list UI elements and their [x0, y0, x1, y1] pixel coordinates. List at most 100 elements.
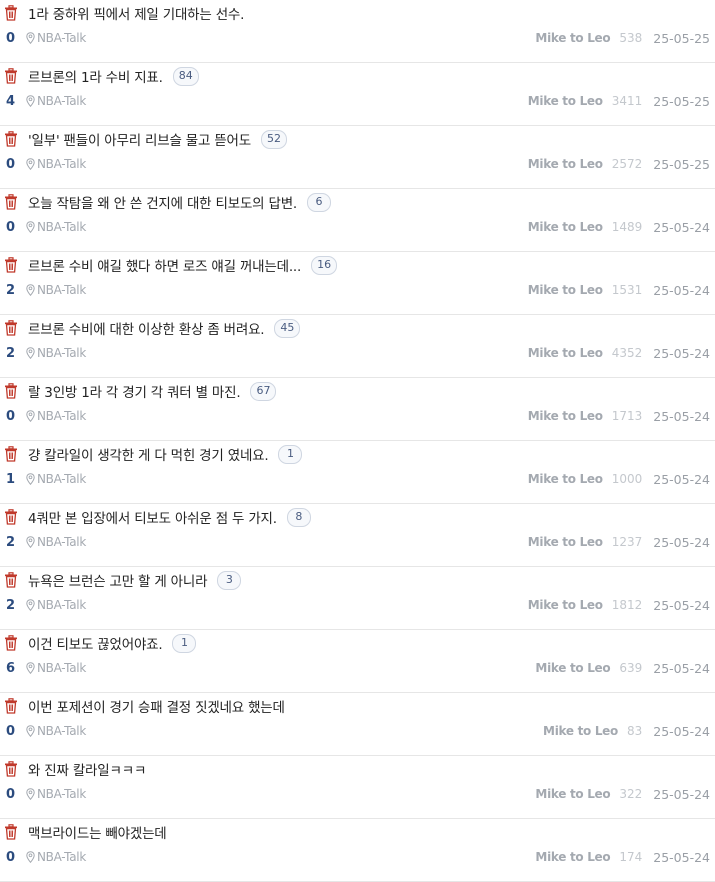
category-link[interactable]: NBA-Talk [37, 409, 86, 423]
post-title[interactable]: 르브론의 1라 수비 지표. [28, 66, 163, 86]
comment-count-badge[interactable]: 84 [173, 67, 199, 86]
author-name[interactable]: Mike to Leo [528, 94, 603, 108]
comment-count-badge[interactable]: 52 [261, 130, 287, 149]
category-link[interactable]: NBA-Talk [37, 850, 86, 864]
post-title[interactable]: 맥브라이드는 빼야겠는데 [28, 822, 167, 842]
category-link[interactable]: NBA-Talk [37, 31, 86, 45]
category-link[interactable]: NBA-Talk [37, 157, 86, 171]
trash-icon[interactable] [4, 446, 18, 462]
category-link[interactable]: NBA-Talk [37, 346, 86, 360]
post-title-line[interactable]: 이번 포제션이 경기 승패 결정 짓겠네요 했는데 [4, 696, 709, 716]
post-row[interactable]: 이번 포제션이 경기 승패 결정 짓겠네요 했는데 0 NBA-Talk Mik… [0, 693, 715, 756]
author-name[interactable]: Mike to Leo [528, 472, 603, 486]
category-link[interactable]: NBA-Talk [37, 598, 86, 612]
category-link[interactable]: NBA-Talk [37, 661, 86, 675]
category-link[interactable]: NBA-Talk [37, 94, 86, 108]
category-link[interactable]: NBA-Talk [37, 472, 86, 486]
comment-count-badge[interactable]: 1 [278, 445, 302, 464]
post-row[interactable]: 랄 3인방 1라 각 경기 각 쿼터 별 마진. 67 0 NBA-Talk M… [0, 378, 715, 441]
post-date: 25-05-25 [653, 31, 710, 46]
trash-icon[interactable] [4, 257, 18, 273]
post-meta: 0 NBA-Talk Mike to Leo 1713 25-05-24 [6, 406, 710, 426]
trash-icon[interactable] [4, 320, 18, 336]
trash-icon[interactable] [4, 698, 18, 714]
author-name[interactable]: Mike to Leo [528, 220, 603, 234]
post-title[interactable]: 뉴욕은 브런슨 고만 할 게 아니라 [28, 570, 207, 590]
post-title-line[interactable]: '일부' 팬들이 아무리 리브슬 물고 뜯어도 52 [4, 129, 709, 149]
comment-count-badge[interactable]: 8 [287, 508, 311, 527]
post-title-line[interactable]: 르브론의 1라 수비 지표. 84 [4, 66, 709, 86]
comment-count-badge[interactable]: 1 [172, 634, 196, 653]
trash-icon[interactable] [4, 635, 18, 651]
post-title-line[interactable]: 뉴욕은 브런슨 고만 할 게 아니라 3 [4, 570, 709, 590]
trash-icon[interactable] [4, 131, 18, 147]
trash-icon[interactable] [4, 194, 18, 210]
post-title[interactable]: '일부' 팬들이 아무리 리브슬 물고 뜯어도 [28, 129, 251, 149]
author-name[interactable]: Mike to Leo [535, 787, 610, 801]
trash-icon[interactable] [4, 824, 18, 840]
category-link[interactable]: NBA-Talk [37, 283, 86, 297]
post-title[interactable]: 르브론 수비 얘길 했다 하면 로즈 얘길 꺼내는데... [28, 255, 301, 275]
post-title-line[interactable]: 이건 티보도 끊었어야죠. 1 [4, 633, 709, 653]
post-row[interactable]: 르브론 수비에 대한 이상한 환상 좀 버려요. 45 2 NBA-Talk M… [0, 315, 715, 378]
post-title[interactable]: 이건 티보도 끊었어야죠. [28, 633, 162, 653]
author-name[interactable]: Mike to Leo [528, 157, 603, 171]
category-link[interactable]: NBA-Talk [37, 787, 86, 801]
comment-count-badge[interactable]: 16 [311, 256, 337, 275]
comment-count-badge[interactable]: 3 [217, 571, 241, 590]
author-name[interactable]: Mike to Leo [528, 535, 603, 549]
category-link[interactable]: NBA-Talk [37, 535, 86, 549]
trash-icon[interactable] [4, 572, 18, 588]
post-title-line[interactable]: 와 진짜 칼라일ㅋㅋㅋ [4, 759, 709, 779]
post-title-line[interactable]: 랄 3인방 1라 각 경기 각 쿼터 별 마진. 67 [4, 381, 709, 401]
author-name[interactable]: Mike to Leo [528, 346, 603, 360]
author-name[interactable]: Mike to Leo [528, 409, 603, 423]
post-title-line[interactable]: 걍 칼라일이 생각한 게 다 먹힌 경기 였네요. 1 [4, 444, 709, 464]
author-name[interactable]: Mike to Leo [535, 661, 610, 675]
post-title-line[interactable]: 맥브라이드는 빼야겠는데 [4, 822, 709, 842]
trash-icon[interactable] [4, 68, 18, 84]
author-name[interactable]: Mike to Leo [528, 283, 603, 297]
post-title[interactable]: 걍 칼라일이 생각한 게 다 먹힌 경기 였네요. [28, 444, 268, 464]
trash-icon[interactable] [4, 5, 18, 21]
post-title[interactable]: 1라 중하위 픽에서 제일 기대하는 선수. [28, 3, 244, 23]
comment-count-badge[interactable]: 67 [250, 382, 276, 401]
post-row[interactable]: 르브론의 1라 수비 지표. 84 4 NBA-Talk Mike to Leo… [0, 63, 715, 126]
post-title-line[interactable]: 르브론 수비에 대한 이상한 환상 좀 버려요. 45 [4, 318, 709, 338]
post-row[interactable]: 이건 티보도 끊었어야죠. 1 6 NBA-Talk Mike to Leo 6… [0, 630, 715, 693]
author-name[interactable]: Mike to Leo [535, 31, 610, 45]
post-row[interactable]: 오늘 작탐을 왜 안 쓴 건지에 대한 티보도의 답변. 6 0 NBA-Tal… [0, 189, 715, 252]
post-row[interactable]: 르브론 수비 얘길 했다 하면 로즈 얘길 꺼내는데... 16 2 NBA-T… [0, 252, 715, 315]
author-name[interactable]: Mike to Leo [535, 850, 610, 864]
post-title[interactable]: 와 진짜 칼라일ㅋㅋㅋ [28, 759, 146, 779]
view-count: 4352 [612, 346, 643, 360]
location-pin-icon [26, 473, 35, 485]
post-number: 2 [6, 598, 22, 613]
post-title-line[interactable]: 르브론 수비 얘길 했다 하면 로즈 얘길 꺼내는데... 16 [4, 255, 709, 275]
post-number: 0 [6, 220, 22, 235]
post-row[interactable]: 뉴욕은 브런슨 고만 할 게 아니라 3 2 NBA-Talk Mike to … [0, 567, 715, 630]
author-name[interactable]: Mike to Leo [528, 598, 603, 612]
trash-icon[interactable] [4, 761, 18, 777]
post-title-line[interactable]: 오늘 작탐을 왜 안 쓴 건지에 대한 티보도의 답변. 6 [4, 192, 709, 212]
comment-count-badge[interactable]: 45 [274, 319, 300, 338]
author-name[interactable]: Mike to Leo [543, 724, 618, 738]
post-row[interactable]: 4쿼만 본 입장에서 티보도 아쉬운 점 두 가지. 8 2 NBA-Talk … [0, 504, 715, 567]
post-title-line[interactable]: 4쿼만 본 입장에서 티보도 아쉬운 점 두 가지. 8 [4, 507, 709, 527]
post-title[interactable]: 이번 포제션이 경기 승패 결정 짓겠네요 했는데 [28, 696, 285, 716]
post-title[interactable]: 랄 3인방 1라 각 경기 각 쿼터 별 마진. [28, 381, 240, 401]
post-title-line[interactable]: 1라 중하위 픽에서 제일 기대하는 선수. [4, 3, 709, 23]
post-title[interactable]: 오늘 작탐을 왜 안 쓴 건지에 대한 티보도의 답변. [28, 192, 297, 212]
post-row[interactable]: 1라 중하위 픽에서 제일 기대하는 선수. 0 NBA-Talk Mike t… [0, 0, 715, 63]
post-row[interactable]: 와 진짜 칼라일ㅋㅋㅋ 0 NBA-Talk Mike to Leo 322 2… [0, 756, 715, 819]
post-title[interactable]: 4쿼만 본 입장에서 티보도 아쉬운 점 두 가지. [28, 507, 277, 527]
post-title[interactable]: 르브론 수비에 대한 이상한 환상 좀 버려요. [28, 318, 264, 338]
post-row[interactable]: 맥브라이드는 빼야겠는데 0 NBA-Talk Mike to Leo 174 … [0, 819, 715, 882]
trash-icon[interactable] [4, 509, 18, 525]
category-link[interactable]: NBA-Talk [37, 220, 86, 234]
comment-count-badge[interactable]: 6 [307, 193, 331, 212]
post-row[interactable]: 걍 칼라일이 생각한 게 다 먹힌 경기 였네요. 1 1 NBA-Talk M… [0, 441, 715, 504]
category-link[interactable]: NBA-Talk [37, 724, 86, 738]
trash-icon[interactable] [4, 383, 18, 399]
post-row[interactable]: '일부' 팬들이 아무리 리브슬 물고 뜯어도 52 0 NBA-Talk Mi… [0, 126, 715, 189]
